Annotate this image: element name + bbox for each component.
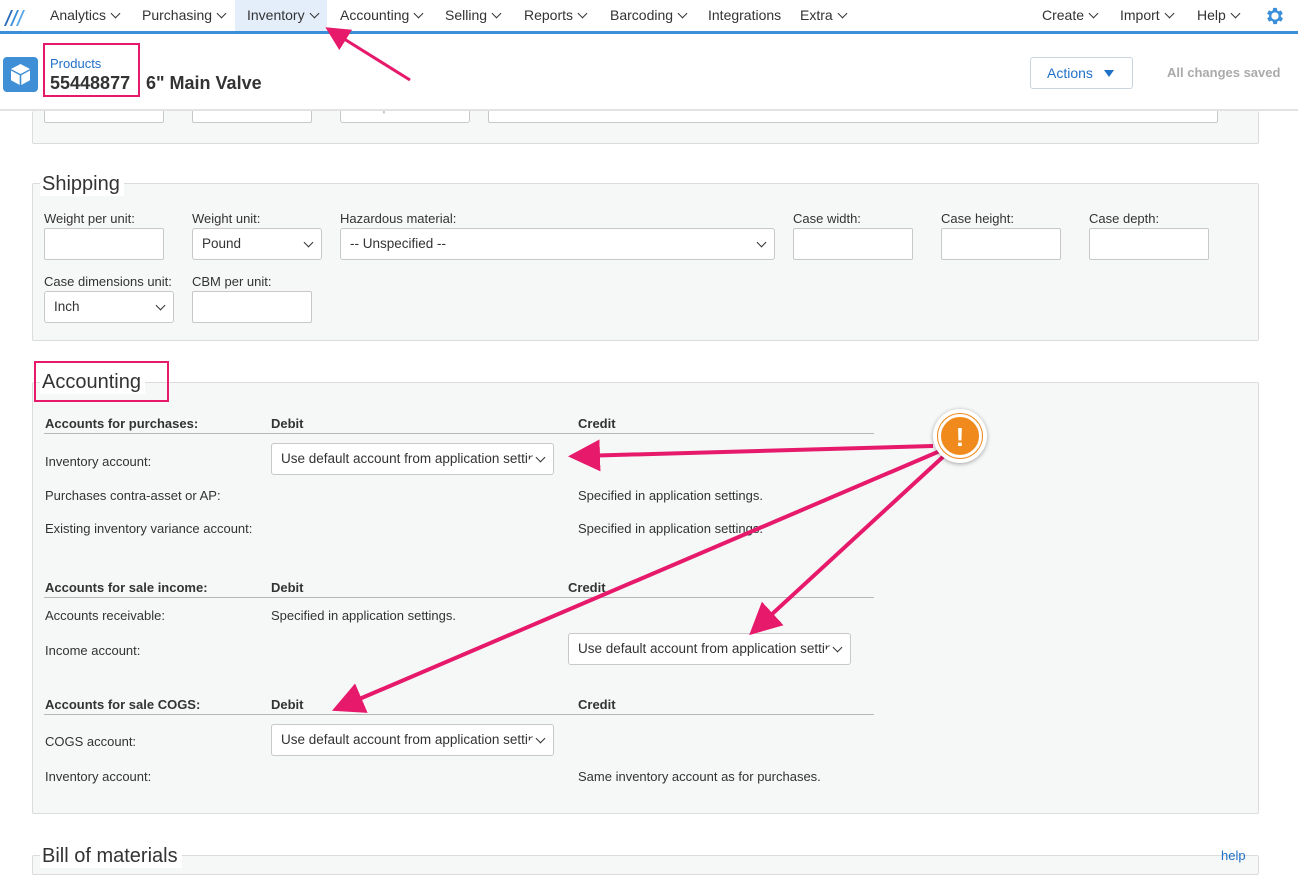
sale-cogs-heading: Accounts for sale COGS: [45,697,201,712]
case-height-input[interactable] [941,228,1061,260]
product-box-icon [3,57,38,92]
chevron-down-icon [303,237,314,248]
purchases-inventory-label: Inventory account: [45,454,152,469]
product-name-text: 6" Main Valve [146,73,262,93]
chevron-down-icon [577,8,588,19]
app-logo-icon[interactable] [2,6,28,28]
nav-accounting[interactable]: Accounting [333,0,429,31]
weight-per-unit-input[interactable] [44,228,164,260]
sale-cogs-credit-heading: Credit [578,697,616,712]
chevron-down-icon [837,8,848,19]
accounts-receivable-label: Accounts receivable: [45,608,165,623]
nav-extra[interactable]: Extra [793,0,853,31]
chevron-down-icon [677,8,688,19]
cogs-inventory-account-value: Same inventory account as for purchases. [578,769,821,784]
nav-purchasing[interactable]: Purchasing [135,0,232,31]
accounting-highlight-box [34,361,169,402]
sale-income-debit-heading: Debit [271,580,304,595]
hazardous-material-label: Hazardous material: [340,211,457,226]
chevron-down-icon [491,8,502,19]
purchases-contra-label: Purchases contra-asset or AP: [45,488,221,503]
accounting-panel [32,382,1259,814]
chevron-down-icon [1230,8,1241,19]
nav-barcoding[interactable]: Barcoding [603,0,693,31]
previous-section-panel: -- Unspecified -- [32,93,1259,144]
chevron-down-icon [1164,8,1175,19]
exclamation-icon: ! [938,414,982,458]
sale-income-credit-heading: Credit [568,580,606,595]
nav-create[interactable]: Create [1035,0,1104,31]
sale-cogs-debit-heading: Debit [271,697,304,712]
warning-badge: ! [933,409,987,463]
weight-unit-label: Weight unit: [192,211,261,226]
chevron-down-icon [413,8,424,19]
bill-of-materials-help-link[interactable]: help [1221,848,1246,863]
chevron-down-icon [1088,8,1099,19]
purchases-contra-value: Specified in application settings. [578,488,764,503]
case-width-label: Case width: [793,211,861,226]
caret-down-icon [1104,70,1114,77]
purchases-divider [44,433,874,434]
product-id-highlight [43,43,140,97]
case-width-input[interactable] [793,228,913,260]
bill-of-materials-legend: Bill of materials [40,845,182,868]
gear-icon[interactable] [1264,5,1286,27]
income-account-label: Income account: [45,643,141,658]
purchases-debit-heading: Debit [271,416,304,431]
case-dimensions-unit-label: Case dimensions unit: [44,274,172,289]
purchases-credit-heading: Credit [578,416,616,431]
nav-help[interactable]: Help [1190,0,1246,31]
nav-import[interactable]: Import [1113,0,1180,31]
accounts-receivable-value: Specified in application settings. [271,608,457,623]
save-status-text: All changes saved [1167,65,1281,80]
purchases-inventory-account-select[interactable]: Use default account from application set… [271,443,554,475]
cogs-account-label: COGS account: [45,734,137,749]
cogs-inventory-account-label: Inventory account: [45,769,152,784]
hazardous-material-select[interactable]: -- Unspecified -- [340,228,775,260]
purchases-heading: Accounts for purchases: [45,416,199,431]
weight-unit-select[interactable]: Pound [192,228,322,260]
shipping-legend: Shipping [40,173,124,196]
bill-of-materials-panel [32,855,1259,875]
actions-dropdown-button[interactable]: Actions [1030,57,1133,89]
cbm-per-unit-label: CBM per unit: [192,274,272,289]
weight-per-unit-label: Weight per unit: [44,211,135,226]
sale-income-heading: Accounts for sale income: [45,580,208,595]
nav-selling[interactable]: Selling [438,0,507,31]
case-dimensions-unit-select[interactable]: Inch [44,291,174,323]
chevron-down-icon [756,237,767,248]
case-depth-input[interactable] [1089,228,1209,260]
chevron-down-icon [110,8,121,19]
income-account-select[interactable]: Use default account from application set… [568,633,851,665]
nav-integrations[interactable]: Integrations [701,0,788,31]
nav-analytics[interactable]: Analytics [43,0,126,31]
top-navigation-bar: Analytics Purchasing Inventory Accountin… [0,0,1298,34]
variance-account-value: Specified in application settings. [578,521,764,536]
sale-income-divider [44,597,874,598]
nav-reports[interactable]: Reports [517,0,593,31]
product-header-overlay: Products 55448877 6" Main Valve Actions … [0,37,1298,110]
variance-account-label: Existing inventory variance account: [45,521,253,536]
cogs-account-select[interactable]: Use default account from application set… [271,724,554,756]
sale-cogs-divider [44,714,874,715]
nav-inventory[interactable]: Inventory [235,0,327,31]
cbm-per-unit-input[interactable] [192,291,312,323]
chevron-down-icon [155,300,166,311]
chevron-down-icon [309,8,320,19]
chevron-down-icon [216,8,227,19]
case-height-label: Case height: [941,211,1014,226]
case-depth-label: Case depth: [1089,211,1160,226]
